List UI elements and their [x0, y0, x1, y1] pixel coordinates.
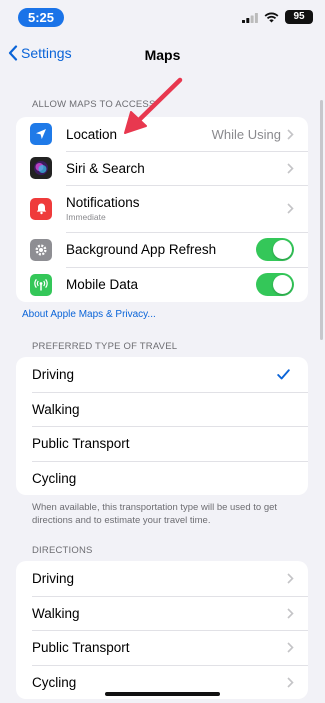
checkmark-icon — [277, 369, 290, 380]
directions-item-walking[interactable]: Walking — [16, 596, 308, 630]
list-item-label: Location — [66, 126, 118, 142]
section-header-travel: PREFERRED TYPE OF TRAVEL — [32, 341, 178, 352]
chevron-right-icon — [287, 162, 294, 174]
directions-list: Driving Walking Public Transport Cycling — [16, 561, 308, 699]
antenna-icon — [30, 273, 52, 296]
notifications-subtitle: Immediate — [66, 212, 106, 222]
chevron-right-icon — [287, 573, 294, 584]
gear-icon — [30, 238, 52, 261]
list-item-label: Public Transport — [32, 436, 130, 451]
navigation-bar: Settings Maps — [0, 36, 325, 76]
travel-option-cycling[interactable]: Cycling — [16, 461, 308, 495]
notifications-text: Notifications Immediate — [66, 195, 287, 222]
list-item-siri-search[interactable]: Siri & Search — [16, 151, 308, 185]
list-item-label: Walking — [32, 605, 80, 621]
travel-option-walking[interactable]: Walking — [16, 392, 308, 426]
chevron-right-icon — [287, 128, 294, 140]
list-item-label: Siri & Search — [66, 160, 145, 176]
toggle-knob — [273, 240, 292, 259]
list-item-location[interactable]: Location While Using — [16, 117, 308, 151]
directions-item-driving[interactable]: Driving — [16, 561, 308, 596]
section-header-access: ALLOW MAPS TO ACCESS — [32, 99, 156, 110]
list-item-mobile-data: Mobile Data — [16, 267, 308, 302]
scroll-indicator — [320, 100, 323, 340]
list-item-label: Public Transport — [32, 640, 130, 655]
travel-footnote: When available, this transportation type… — [32, 502, 278, 526]
list-item-label: Walking — [32, 401, 80, 417]
status-time: 5:25 — [18, 8, 65, 27]
mobile-data-toggle[interactable] — [256, 273, 294, 296]
list-item-notifications[interactable]: Notifications Immediate — [16, 185, 308, 232]
list-item-background-app-refresh: Background App Refresh — [16, 232, 308, 267]
list-item-label: Mobile Data — [66, 277, 139, 292]
cellular-signal-icon — [242, 12, 258, 23]
access-list: Location While Using Siri & Search Notif… — [16, 117, 308, 302]
status-bar: 5:25 95 — [0, 0, 325, 36]
list-item-label: Driving — [32, 571, 75, 586]
list-item-label: Cycling — [32, 674, 77, 690]
travel-list: Driving Walking Public Transport Cycling — [16, 357, 308, 495]
list-item-label: Driving — [32, 367, 75, 382]
battery-indicator: 95 — [285, 10, 313, 24]
page-title: Maps — [144, 47, 181, 63]
notification-bell-icon — [30, 197, 52, 220]
location-arrow-icon — [30, 123, 52, 145]
chevron-right-icon — [287, 676, 294, 688]
siri-icon — [30, 157, 52, 179]
section-header-directions: DIRECTIONS — [32, 545, 93, 556]
list-item-label: Background App Refresh — [66, 242, 217, 257]
privacy-link[interactable]: About Apple Maps & Privacy... — [22, 309, 156, 320]
background-refresh-toggle[interactable] — [256, 238, 294, 261]
chevron-right-icon — [287, 607, 294, 619]
location-value: While Using — [211, 126, 281, 142]
directions-item-public-transport[interactable]: Public Transport — [16, 630, 308, 665]
status-icons: 95 — [242, 10, 313, 24]
home-indicator — [105, 692, 220, 696]
list-item-label: Cycling — [32, 470, 77, 486]
toggle-knob — [273, 275, 292, 294]
wifi-icon — [264, 12, 279, 22]
travel-option-driving[interactable]: Driving — [16, 357, 308, 392]
chevron-right-icon — [287, 203, 294, 214]
chevron-right-icon — [287, 642, 294, 653]
list-item-label: Notifications — [66, 195, 140, 210]
travel-option-public-transport[interactable]: Public Transport — [16, 426, 308, 461]
